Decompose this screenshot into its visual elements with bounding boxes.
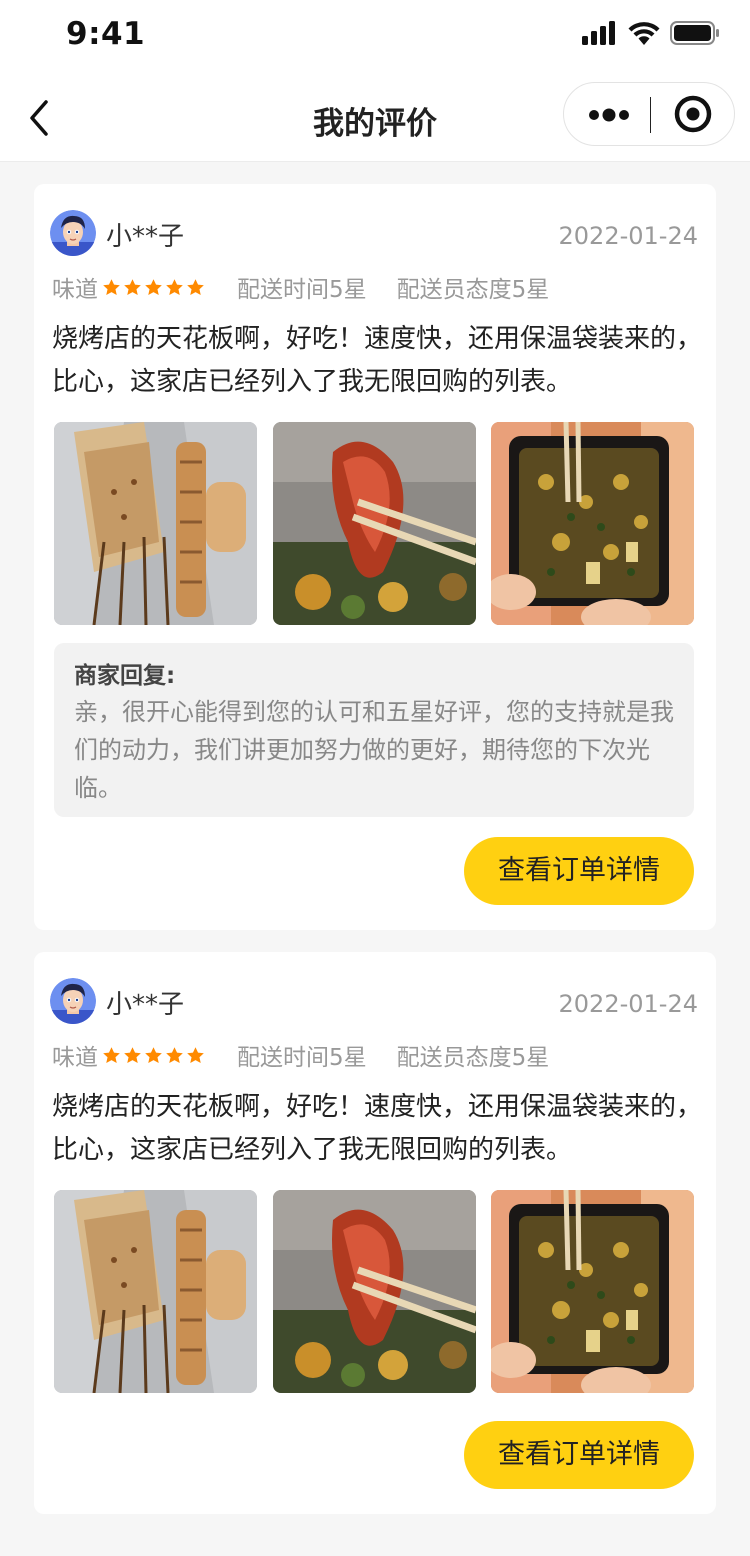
navigation-bar: 我的评价 xyxy=(0,72,750,162)
merchant-reply: 商家回复: 亲，很开心能得到您的认可和五星好评，您的支持就是我们的动力，我们讲更… xyxy=(54,643,694,817)
status-icons xyxy=(582,20,720,46)
star-icon xyxy=(102,278,121,297)
view-order-details-button[interactable]: 查看订单详情 xyxy=(464,837,694,905)
star-icon xyxy=(144,1046,163,1065)
review-photo-bbq-skewers[interactable] xyxy=(54,422,257,625)
review-date: 2022-01-24 xyxy=(558,222,698,250)
courier-attitude-rating: 配送员态度5星 xyxy=(396,1045,550,1071)
review-photo-meat-with-chopsticks[interactable] xyxy=(273,1190,476,1393)
star-icon xyxy=(144,278,163,297)
close-target-icon xyxy=(674,95,712,133)
more-button[interactable] xyxy=(564,83,650,145)
review-text: 烧烤店的天花板啊，好吃！速度快，还用保温袋装来的，比心，这家店已经列入了我无限回… xyxy=(52,1092,703,1165)
review-card: 小**子 2022-01-24 味道 配送时间5星 配送员态度5星 烧烤店的天花… xyxy=(34,184,716,930)
star-icon xyxy=(102,1046,121,1065)
close-button[interactable] xyxy=(651,83,735,145)
battery-icon xyxy=(670,21,719,45)
star-icon xyxy=(123,278,142,297)
review-text: 烧烤店的天花板啊，好吃！速度快，还用保温袋装来的，比心，这家店已经列入了我无限回… xyxy=(52,324,703,397)
username: 小**子 xyxy=(106,222,185,252)
wifi-icon xyxy=(628,22,660,45)
courier-attitude-rating: 配送员态度5星 xyxy=(396,277,550,303)
taste-label: 味道 xyxy=(52,277,98,303)
taste-label: 味道 xyxy=(52,1045,98,1071)
review-card: 小**子 2022-01-24 味道 配送时间5星 配送员态度5星 烧烤店的天花… xyxy=(34,952,716,1514)
rating-row: 味道 配送时间5星 配送员态度5星 xyxy=(52,272,550,303)
review-photo-bbq-skewers[interactable] xyxy=(54,1190,257,1393)
rating-row: 味道 配送时间5星 配送员态度5星 xyxy=(52,1040,550,1071)
more-dots-icon xyxy=(589,108,629,122)
avatar xyxy=(50,210,96,256)
star-icon xyxy=(165,278,184,297)
review-photo-meat-with-chopsticks[interactable] xyxy=(273,422,476,625)
signal-icon xyxy=(582,21,615,45)
username: 小**子 xyxy=(106,990,185,1020)
star-icon xyxy=(186,278,205,297)
delivery-time-rating: 配送时间5星 xyxy=(237,277,367,303)
view-order-details-button[interactable]: 查看订单详情 xyxy=(464,1421,694,1489)
delivery-time-rating: 配送时间5星 xyxy=(237,1045,367,1071)
star-icon xyxy=(123,1046,142,1065)
avatar xyxy=(50,978,96,1024)
merchant-reply-title: 商家回复: xyxy=(74,663,176,689)
mini-program-capsule xyxy=(563,82,735,146)
star-rating xyxy=(102,1046,205,1065)
merchant-reply-text: 亲，很开心能得到您的认可和五星好评，您的支持就是我们的动力，我们讲更加努力做的更… xyxy=(74,698,674,802)
star-icon xyxy=(186,1046,205,1065)
star-rating xyxy=(102,278,205,297)
review-photo-stir-fry-box[interactable] xyxy=(491,422,694,625)
status-bar: 9:41 xyxy=(0,0,750,72)
status-time: 9:41 xyxy=(66,16,146,52)
star-icon xyxy=(165,1046,184,1065)
review-photo-stir-fry-box[interactable] xyxy=(491,1190,694,1393)
review-date: 2022-01-24 xyxy=(558,990,698,1018)
